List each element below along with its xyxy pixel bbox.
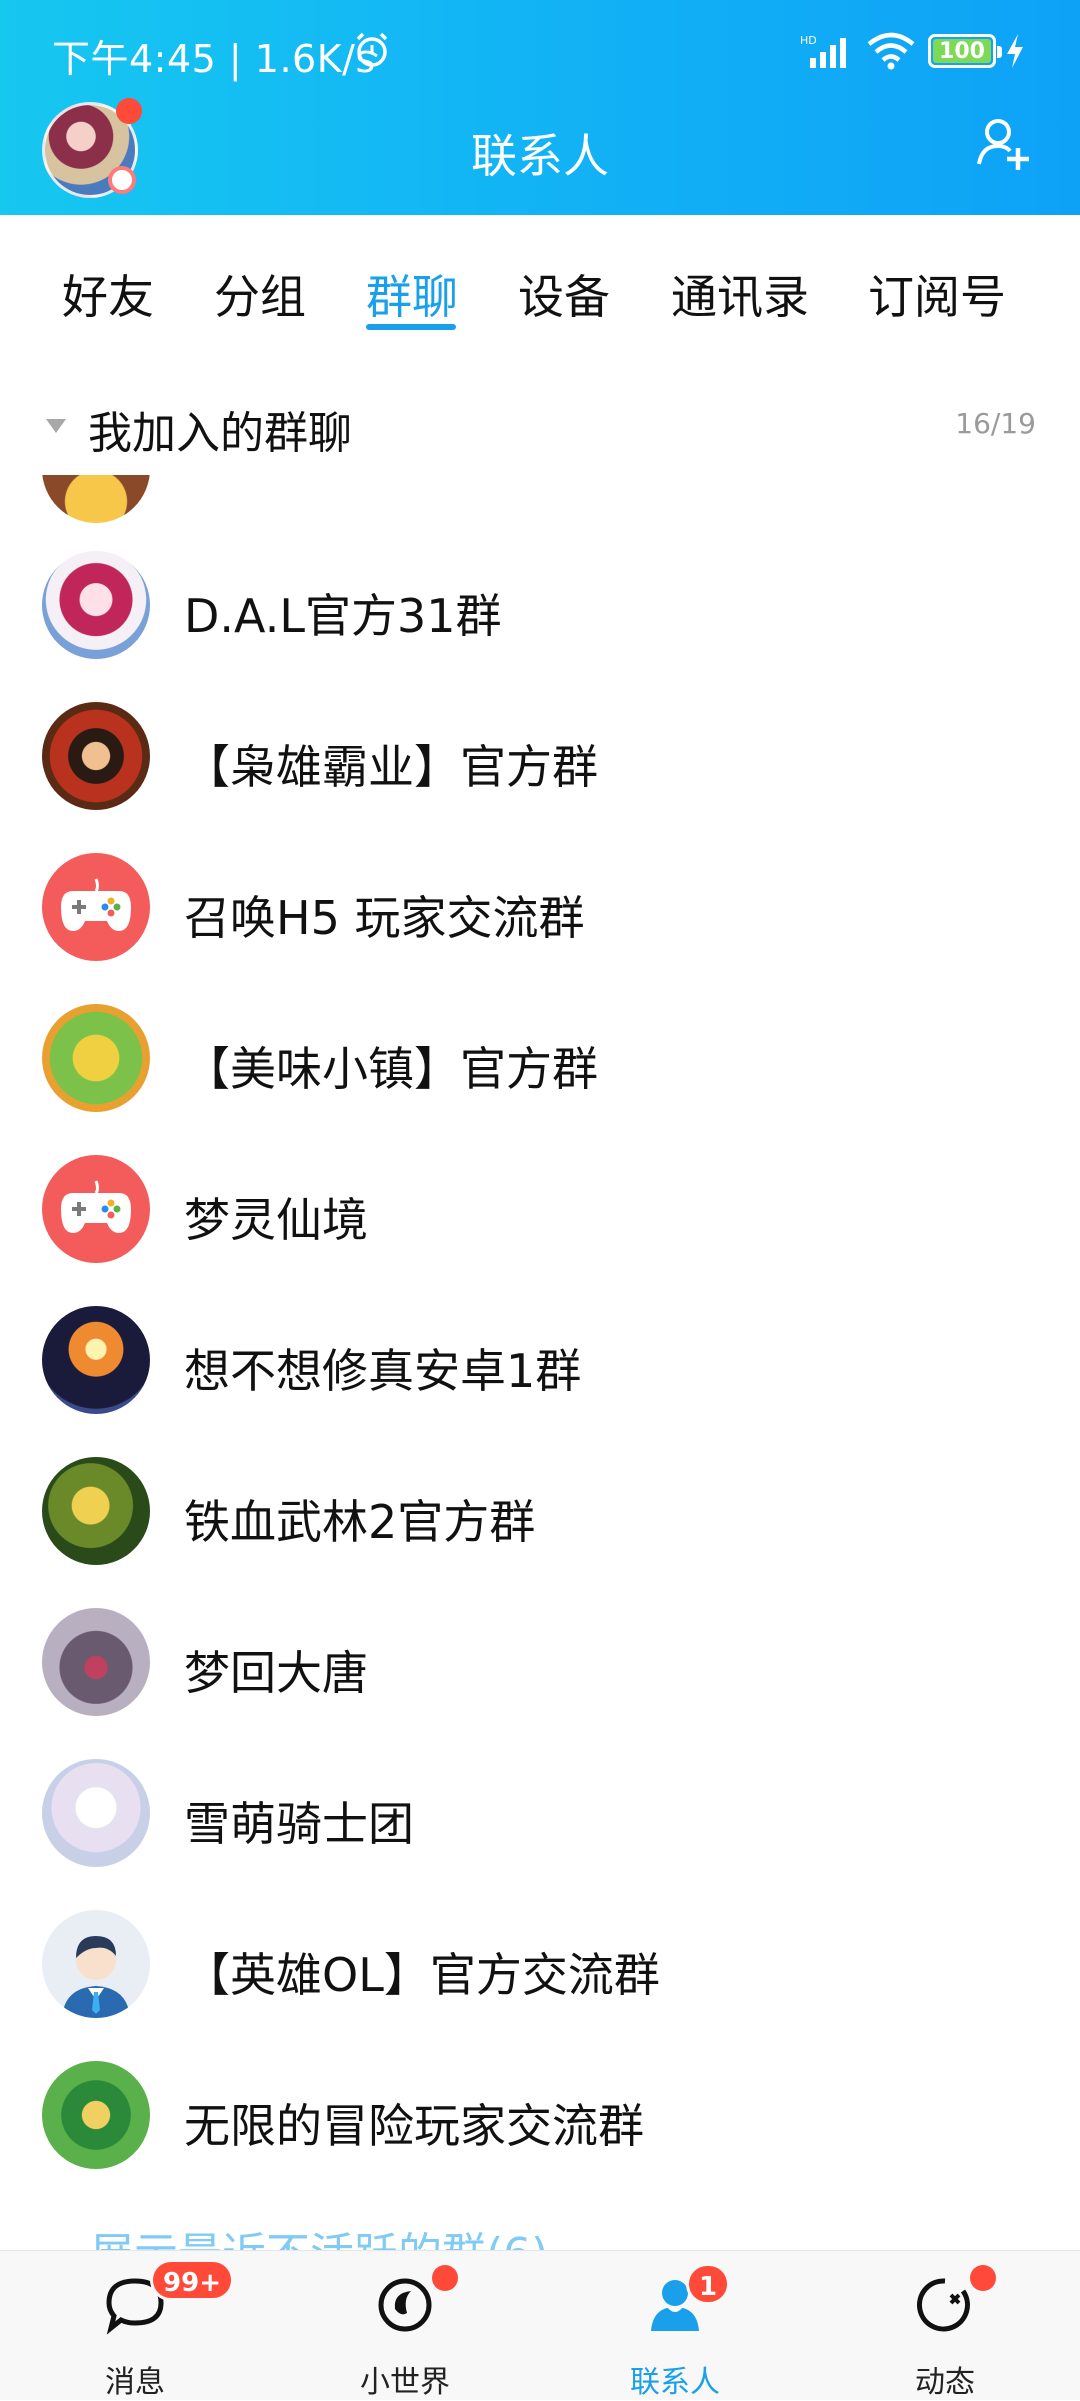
group-list: D.A.L官方31群 【枭雄霸业】官方群 召唤H5 玩家交流群 【美味小镇】官方… xyxy=(0,475,1080,2250)
list-item[interactable]: D.A.L官方31群 xyxy=(0,530,1080,681)
group-name: 雪萌骑士团 xyxy=(184,1797,414,1851)
tab-group-chats[interactable]: 群聊 xyxy=(366,261,458,327)
group-name: 想不想修真安卓1群 xyxy=(184,1344,582,1398)
group-name: 梦灵仙境 xyxy=(184,1193,368,1247)
page-title: 联系人 xyxy=(471,129,609,183)
add-contact-icon[interactable] xyxy=(974,114,1034,174)
group-name: D.A.L官方31群 xyxy=(184,589,502,643)
gamepad-icon xyxy=(61,878,131,931)
section-count: 16/19 xyxy=(955,407,1036,440)
contact-tabs: 好友 分组 群聊 设备 通讯录 订阅号 xyxy=(0,215,1080,345)
tab-friends[interactable]: 好友 xyxy=(62,261,154,327)
alarm-icon xyxy=(356,32,388,67)
list-item[interactable]: 无限的冒险玩家交流群 xyxy=(0,2040,1080,2191)
list-item[interactable]: 【枭雄霸业】官方群 xyxy=(0,681,1080,832)
group-name: 【美味小镇】官方群 xyxy=(184,1042,598,1096)
list-item[interactable]: 雪萌骑士团 xyxy=(0,1738,1080,1889)
list-item[interactable]: 梦灵仙境 xyxy=(0,1134,1080,1285)
group-avatar xyxy=(42,1608,150,1716)
small-world-icon xyxy=(378,2278,432,2332)
caret-down-icon xyxy=(46,419,66,433)
charging-icon xyxy=(1007,34,1023,68)
header: 下午4:45 | 1.6K/s HD 100 联系人 xyxy=(0,0,1080,215)
list-item[interactable]: 想不想修真安卓1群 xyxy=(0,1285,1080,1436)
nav-moments[interactable]: 动态 xyxy=(810,2251,1080,2401)
group-avatar xyxy=(42,853,150,961)
tab-devices[interactable]: 设备 xyxy=(518,261,610,327)
tab-address-book[interactable]: 通讯录 xyxy=(671,261,809,327)
nav-label: 动态 xyxy=(915,2365,975,2400)
group-name: 召唤H5 玩家交流群 xyxy=(184,891,585,945)
group-avatar xyxy=(42,1004,150,1112)
nav-label: 小世界 xyxy=(360,2365,450,2400)
signal-icon: HD xyxy=(800,34,846,68)
group-name: 梦回大唐 xyxy=(184,1646,368,1700)
nav-messages[interactable]: 99+ 消息 xyxy=(0,2251,270,2401)
svg-text:HD: HD xyxy=(800,34,817,47)
group-avatar xyxy=(42,702,150,810)
contacts-badge: 1 xyxy=(686,2263,730,2305)
tab-subscriptions[interactable]: 订阅号 xyxy=(868,261,1006,327)
group-avatar xyxy=(42,551,150,659)
joined-groups-header[interactable]: 我加入的群聊 16/19 xyxy=(0,345,1080,475)
group-avatar xyxy=(42,2061,150,2169)
list-item[interactable]: 【美味小镇】官方群 xyxy=(0,983,1080,1134)
group-name: 无限的冒险玩家交流群 xyxy=(184,2099,644,2153)
group-avatar xyxy=(42,1759,150,1867)
partial-group-avatar xyxy=(42,475,150,523)
tab-groups-category[interactable]: 分组 xyxy=(214,261,306,327)
group-name: 【英雄OL】官方交流群 xyxy=(184,1948,660,2002)
battery-level: 100 xyxy=(939,38,985,64)
group-avatar xyxy=(42,1155,150,1263)
wifi-icon xyxy=(867,32,915,70)
bottom-nav: 99+ 消息 小世界 1 联系人 动态 xyxy=(0,2250,1080,2400)
inactive-groups-link[interactable]: 展示最近不活跃的群(6) xyxy=(90,2225,548,2251)
moments-icon xyxy=(917,2278,970,2332)
list-item[interactable]: 【英雄OL】官方交流群 xyxy=(0,1889,1080,2040)
status-bar: 下午4:45 | 1.6K/s HD 100 xyxy=(0,0,1080,100)
default-person-icon xyxy=(62,1936,130,2018)
group-name: 铁血武林2官方群 xyxy=(184,1495,536,1549)
messages-badge: 99+ xyxy=(150,2259,234,2301)
group-avatar xyxy=(42,1306,150,1414)
list-item[interactable]: 铁血武林2官方群 xyxy=(0,1436,1080,1587)
gamepad-icon xyxy=(61,1180,131,1233)
title-bar: 联系人 xyxy=(0,98,1080,215)
nav-contacts[interactable]: 1 联系人 xyxy=(540,2251,810,2401)
active-tab-indicator xyxy=(366,324,456,330)
group-name: 【枭雄霸业】官方群 xyxy=(184,740,598,794)
list-item[interactable]: 梦回大唐 xyxy=(0,1587,1080,1738)
nav-label: 消息 xyxy=(105,2365,165,2400)
group-avatar xyxy=(42,1910,150,2018)
battery-icon: 100 xyxy=(928,34,1002,68)
section-title: 我加入的群聊 xyxy=(88,408,352,459)
group-avatar xyxy=(42,1457,150,1565)
small-world-dot xyxy=(432,2265,458,2291)
nav-label: 联系人 xyxy=(630,2365,720,2400)
moments-dot xyxy=(970,2265,996,2291)
status-time-speed: 下午4:45 | 1.6K/s xyxy=(52,37,376,81)
nav-small-world[interactable]: 小世界 xyxy=(270,2251,540,2401)
list-item[interactable]: 召唤H5 玩家交流群 xyxy=(0,832,1080,983)
